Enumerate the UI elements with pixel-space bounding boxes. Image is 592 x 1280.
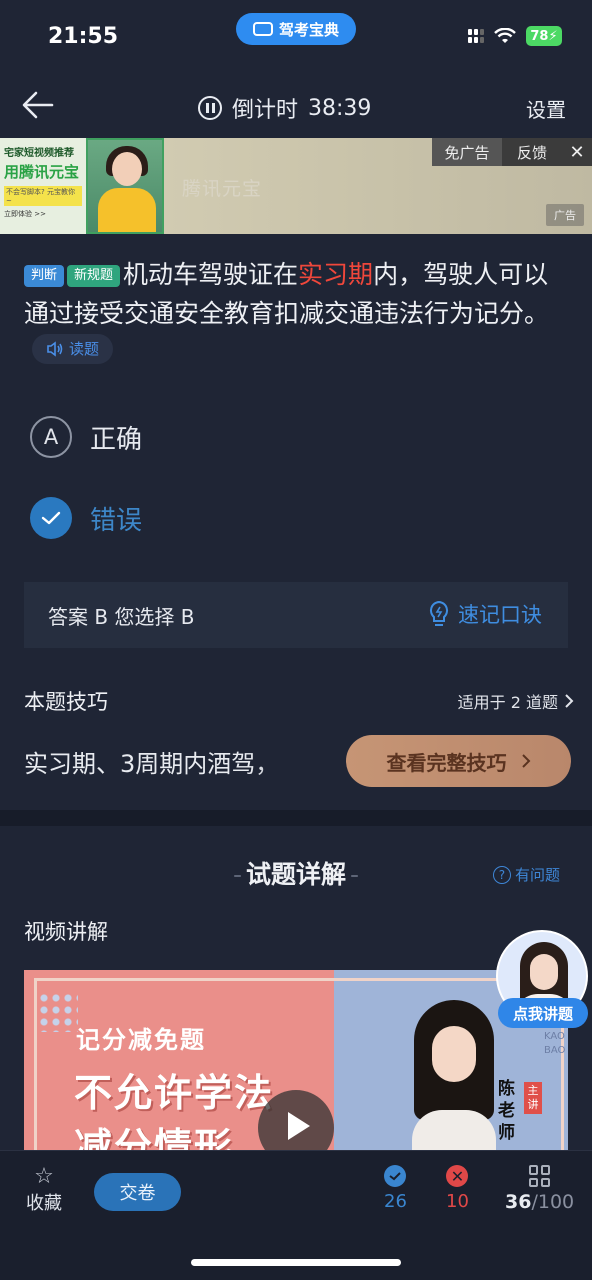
speaker-icon: [47, 341, 63, 357]
status-icons: 78 ⚡: [468, 26, 562, 46]
video-thumbnail[interactable]: 记分减免题 不允许学法 减分情形 陈老师 主讲 JIA KAO BAO: [24, 970, 568, 1150]
ad-line2: 用腾讯元宝: [4, 163, 80, 181]
app-name: 驾考宝典: [278, 20, 339, 39]
answer-text: 答案 B 您选择 B: [48, 604, 195, 629]
car-icon: [252, 22, 273, 36]
back-arrow-icon[interactable]: [20, 90, 56, 120]
view-full-tips-button[interactable]: 查看完整技巧: [346, 735, 571, 787]
lecture-avatar-button[interactable]: 点我讲题: [494, 930, 590, 1030]
correct-count[interactable]: 26: [384, 1165, 407, 1212]
pause-icon[interactable]: [198, 96, 222, 120]
ad-controls: 免广告 反馈 ✕: [432, 138, 592, 166]
home-indicator: [191, 1259, 401, 1266]
countdown-value: 38:39: [308, 95, 372, 121]
lightbulb-icon: [429, 600, 449, 626]
ad-close-icon[interactable]: ✕: [562, 138, 592, 166]
status-bar: 21:55 驾考宝典 78 ⚡: [0, 0, 592, 72]
teacher-role: 主讲: [524, 1082, 542, 1114]
status-time: 21:55: [48, 24, 119, 49]
lecture-label: 点我讲题: [498, 998, 588, 1028]
ad-line4: 立即体验 >>: [4, 210, 46, 218]
video-tag: 记分减免题: [76, 1026, 206, 1054]
ad-brand: 腾讯元宝: [182, 178, 263, 200]
ad-mark-badge: 广告: [546, 204, 584, 226]
teacher-photo: [404, 1000, 504, 1150]
check-icon: [30, 497, 72, 539]
submit-exam-button[interactable]: 交卷: [94, 1173, 181, 1211]
tag-new-rule: 新规题: [67, 265, 121, 287]
wifi-icon: [494, 28, 516, 43]
question-progress[interactable]: 36/100: [505, 1165, 574, 1213]
top-navbar: 倒计时 38:39 设置: [0, 72, 592, 138]
countdown-timer[interactable]: 倒计时 38:39: [198, 92, 371, 124]
ad-banner[interactable]: 宅家短视频推荐 用腾讯元宝 不会写脚本? 元宝教你~ 立即体验 >> 腾讯元宝 …: [0, 138, 592, 234]
memo-tips-button[interactable]: 速记口诀: [428, 599, 542, 629]
x-circle-icon: ✕: [446, 1165, 469, 1187]
bottom-toolbar: ☆ 收藏 交卷 26 ✕ 10 36/100: [0, 1150, 592, 1280]
remove-ads-button[interactable]: 免广告: [432, 138, 502, 166]
settings-button[interactable]: 设置: [526, 94, 566, 123]
chevron-right-icon: [521, 754, 530, 768]
option-a-text: 正确: [90, 424, 143, 455]
wrong-count[interactable]: ✕ 10: [446, 1165, 469, 1212]
ad-feedback-button[interactable]: 反馈: [502, 138, 562, 166]
countdown-label: 倒计时: [232, 98, 299, 123]
app-indicator-pill[interactable]: 驾考宝典: [236, 13, 356, 45]
favorite-button[interactable]: ☆ 收藏: [24, 1165, 64, 1215]
section-divider: [0, 810, 592, 826]
grid-icon: [528, 1165, 551, 1187]
video-headline-2: 减分情形: [74, 1125, 235, 1150]
option-a[interactable]: A 正确: [30, 416, 142, 458]
ad-promo-card[interactable]: 宅家短视频推荐 用腾讯元宝 不会写脚本? 元宝教你~ 立即体验 >>: [0, 138, 86, 234]
option-a-letter: A: [30, 416, 72, 458]
video-label: 视频讲解: [24, 920, 108, 944]
cellular-signal-icon: [468, 29, 484, 43]
question-part1: 机动车驾驶证在: [123, 260, 299, 289]
chevron-right-icon: [565, 694, 574, 708]
tips-apply-link[interactable]: 适用于 2 道题: [458, 689, 574, 713]
check-circle-icon: [384, 1165, 407, 1187]
answer-box: 答案 B 您选择 B 速记口诀: [24, 582, 568, 648]
question-highlight: 实习期: [298, 260, 374, 289]
report-issue-button[interactable]: ? 有问题: [492, 864, 560, 885]
question-text: 判断 新规题 机动车驾驶证在实习期内，驾驶人可以通过接受交通安全教育扣减交通违法行为…: [24, 255, 564, 372]
battery-icon: 78 ⚡: [526, 26, 562, 46]
tag-judge: 判断: [24, 265, 65, 287]
question-mark-icon: ?: [492, 865, 511, 884]
option-b-text: 错误: [90, 505, 143, 536]
option-b[interactable]: 错误: [30, 497, 142, 539]
video-headline: 不允许学法: [74, 1071, 275, 1115]
ad-line3: 不会写脚本? 元宝教你~: [4, 186, 82, 206]
tips-title: 本题技巧: [24, 690, 108, 714]
star-icon: ☆: [34, 1164, 54, 1189]
ad-line1: 宅家短视频推荐: [4, 148, 74, 159]
teacher-name: 陈老师: [498, 1079, 515, 1143]
read-question-button[interactable]: 读题: [32, 334, 114, 364]
ad-photo: [86, 138, 164, 234]
